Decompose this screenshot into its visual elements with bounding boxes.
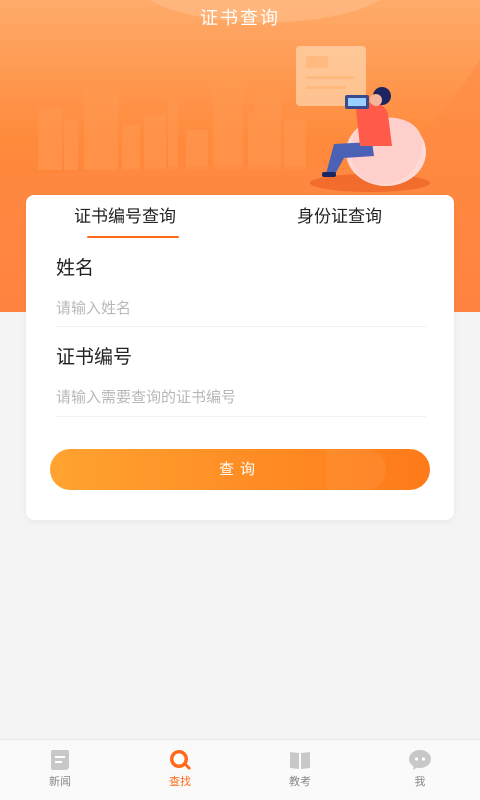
certificate-number-label: 证书编号 [56,346,133,368]
news-icon [51,750,69,770]
tab-certificate-number[interactable]: 证书编号查询 [74,205,176,229]
query-form-card: 证书编号查询 身份证查询 姓名 证书编号 查询 [26,195,454,520]
nav-item-me[interactable]: 我 [360,740,480,800]
city-skyline-illustration [38,66,306,170]
nav-item-news[interactable]: 新闻 [0,740,120,800]
nav-item-education[interactable]: 教考 [240,740,360,800]
nav-label: 新闻 [49,775,71,788]
book-icon [290,752,310,769]
profile-chat-icon [409,750,431,770]
active-tab-indicator [87,236,179,238]
bottom-navigation: 新闻 查找 教考 我 [0,739,480,800]
nav-label: 教考 [289,775,311,788]
certificate-query-screen: 证书查询 证书编号查询 身份证查询 姓名 证书编号 查询 新闻 [0,0,480,800]
query-button-label: 查询 [218,460,261,478]
name-label: 姓名 [56,257,95,279]
page-title: 证书查询 [200,8,280,29]
tab-id-card[interactable]: 身份证查询 [297,205,382,229]
query-type-tabs: 证书编号查询 身份证查询 [26,195,454,239]
certificate-number-input[interactable] [56,380,426,414]
search-icon [170,750,191,770]
nav-label: 我 [414,775,426,788]
nav-label: 查找 [169,775,191,788]
divider [56,326,426,327]
button-highlight [326,449,386,490]
nav-item-search[interactable]: 查找 [120,740,240,800]
query-button[interactable]: 查询 [50,449,430,490]
divider [56,416,426,417]
name-input[interactable] [56,291,426,325]
